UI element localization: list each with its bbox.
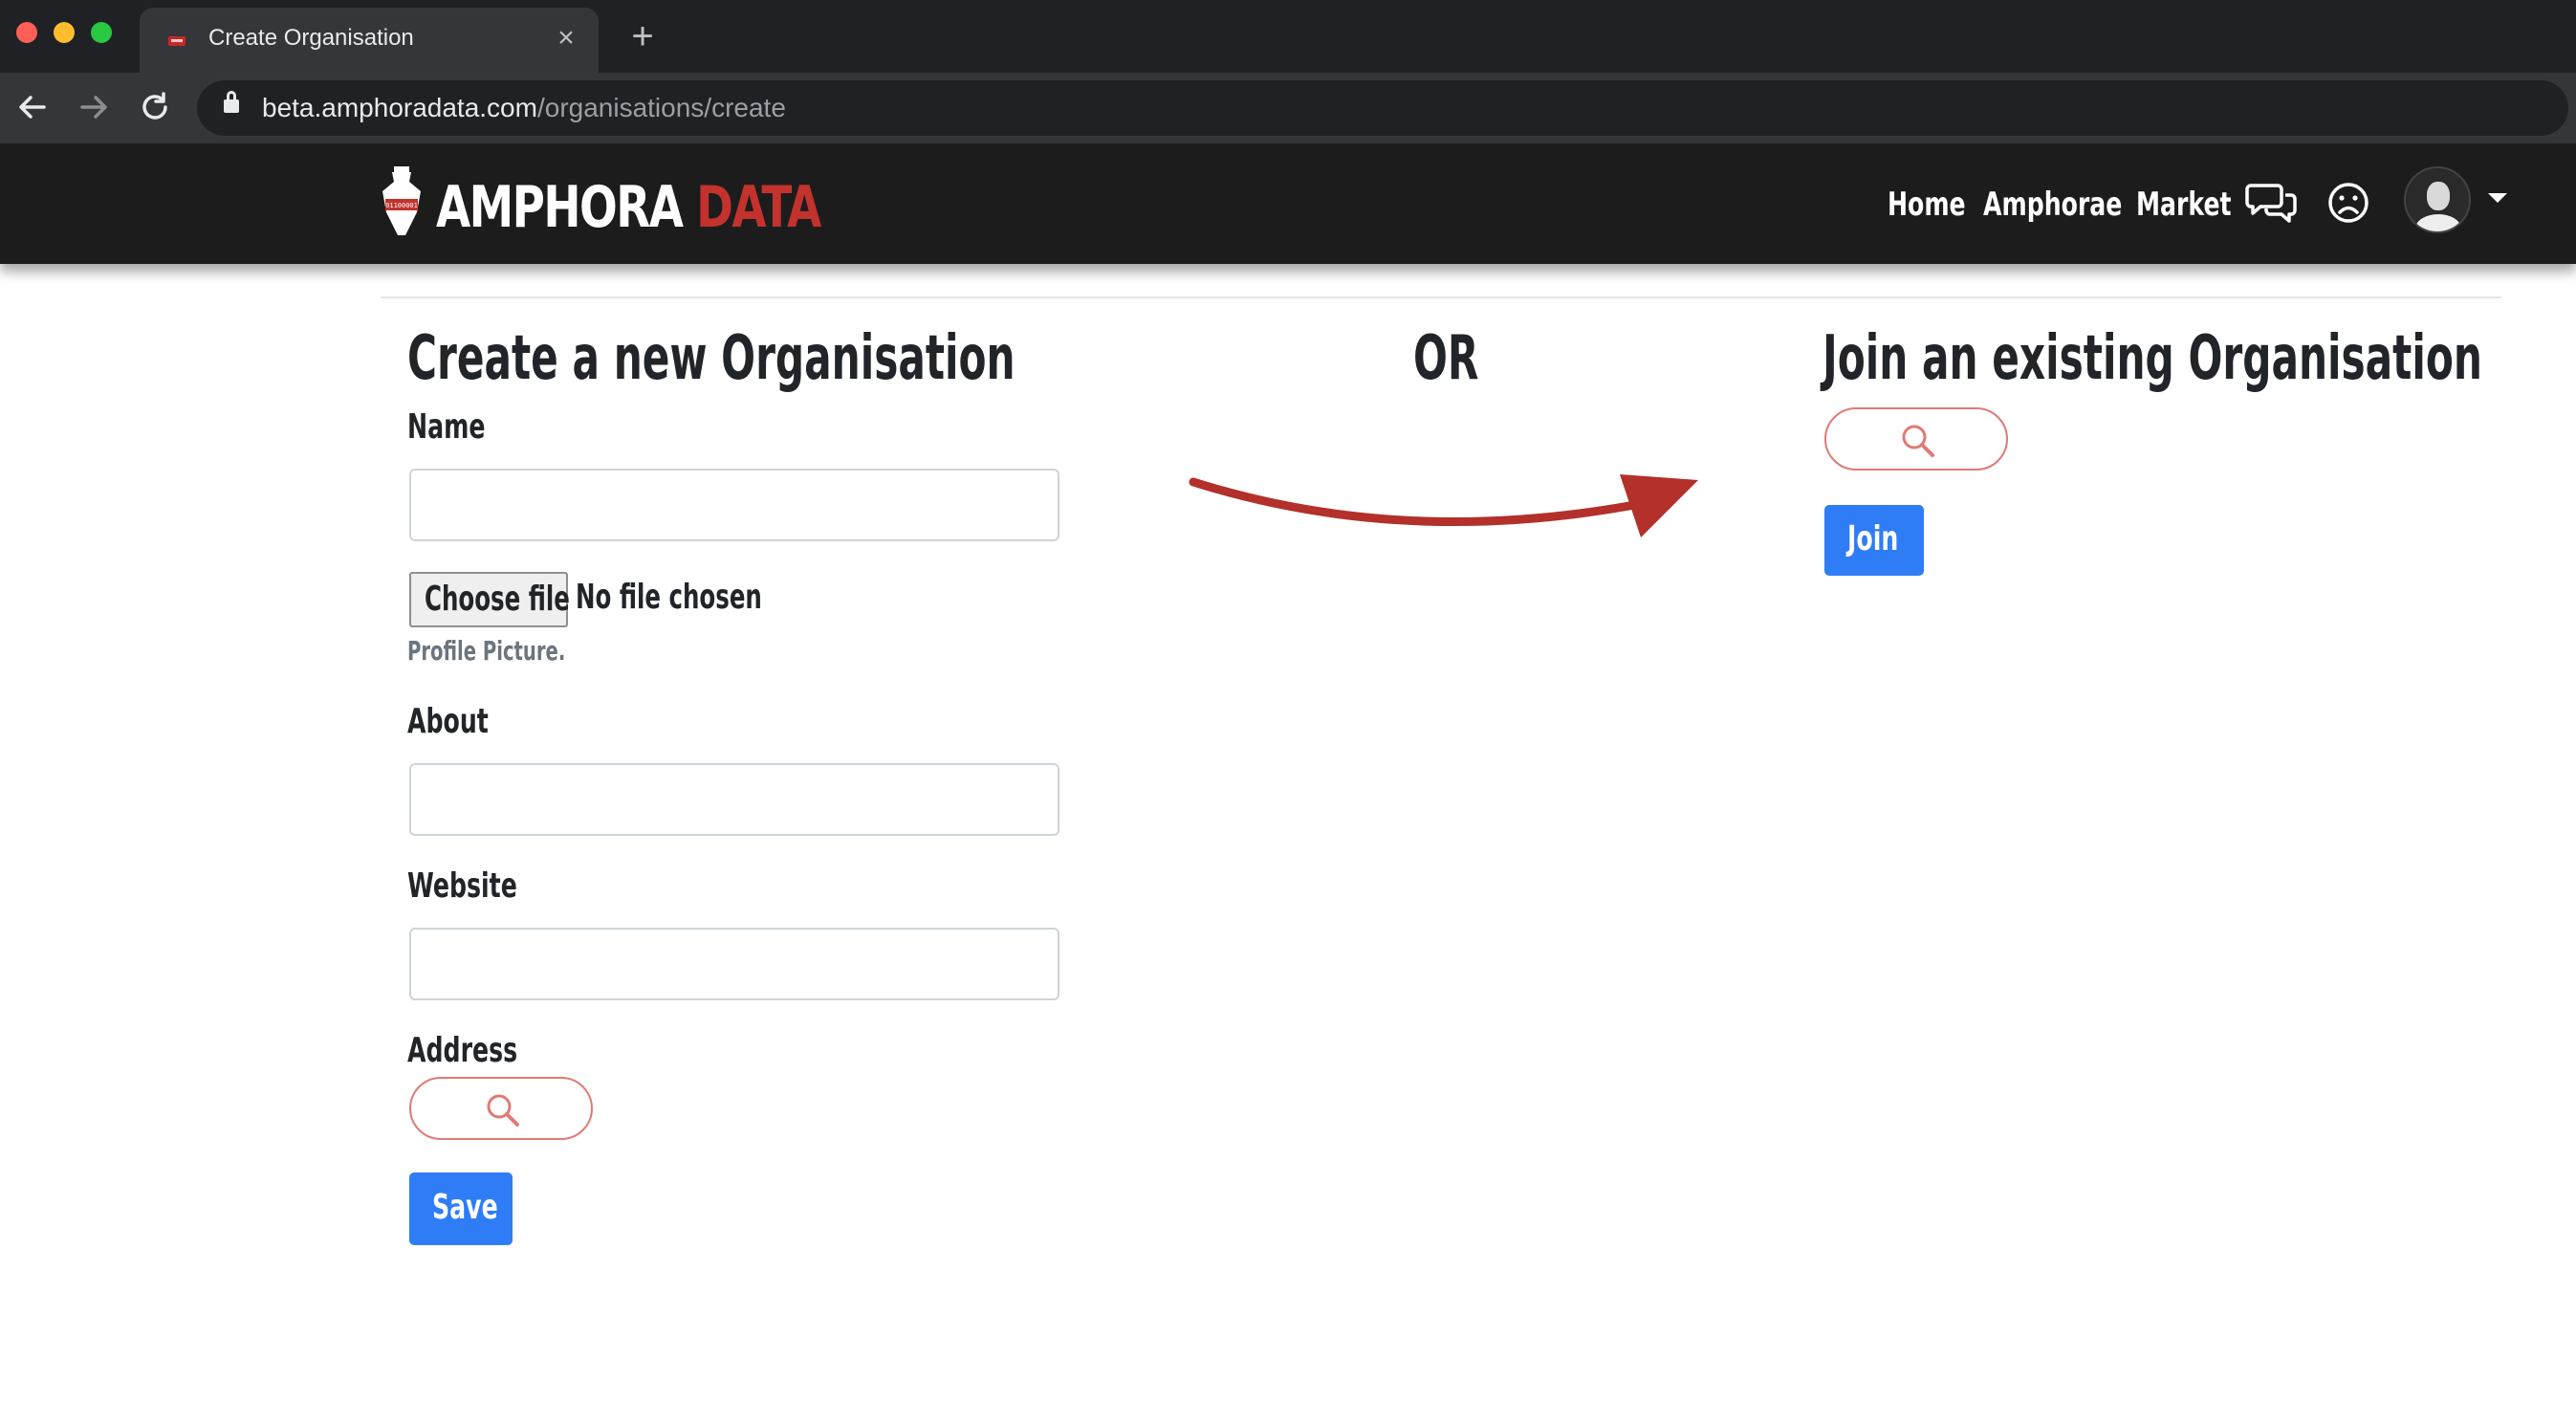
- logo-amphora-text: AMPHORA: [436, 174, 684, 241]
- about-label: About: [407, 702, 489, 741]
- search-icon: [1902, 425, 1934, 457]
- tab-title: Create Organisation: [208, 25, 414, 51]
- lock-icon: [224, 91, 239, 113]
- address-label: Address: [407, 1031, 518, 1070]
- window-minimize-button[interactable]: [54, 22, 75, 43]
- chat-icon[interactable]: [2245, 180, 2297, 224]
- logo-data-text: DATA: [696, 174, 821, 241]
- file-status-text: No file chosen: [576, 578, 762, 617]
- browser-titlebar: Create Organisation × +: [0, 0, 2576, 73]
- new-tab-button[interactable]: +: [622, 15, 664, 57]
- address-bar[interactable]: beta.amphoradata.com/organisations/creat…: [197, 80, 2568, 136]
- app-navbar: 01100001 AMPHORA DATA Home Amphorae Mark…: [0, 143, 2576, 264]
- address-search-button[interactable]: [409, 1077, 593, 1140]
- or-heading: OR: [1413, 323, 1479, 394]
- nav-amphorae-link[interactable]: Amphorae: [1983, 186, 2122, 224]
- frown-face-icon[interactable]: [2327, 182, 2369, 224]
- profile-picture-help: Profile Picture.: [407, 635, 566, 667]
- user-avatar[interactable]: [2404, 166, 2471, 233]
- back-arrow-icon[interactable]: [11, 86, 54, 128]
- name-label: Name: [407, 407, 486, 447]
- name-input[interactable]: [409, 469, 1059, 541]
- url-text: beta.amphoradata.com/organisations/creat…: [262, 93, 786, 122]
- save-button[interactable]: Save: [409, 1172, 513, 1245]
- red-arrow-graphic: [1189, 474, 1698, 537]
- browser-tab[interactable]: Create Organisation ×: [140, 8, 599, 73]
- create-heading: Create a new Organisation: [407, 323, 1015, 394]
- organisation-search-button[interactable]: [1824, 407, 2008, 471]
- favicon-icon: [168, 36, 186, 46]
- amphora-vase-icon: 01100001: [382, 166, 421, 235]
- tab-close-icon[interactable]: ×: [547, 19, 585, 57]
- window-maximize-button[interactable]: [91, 22, 112, 43]
- website-input[interactable]: [409, 928, 1059, 1000]
- svg-text:01100001: 01100001: [385, 202, 418, 209]
- join-heading: Join an existing Organisation: [1823, 323, 2482, 394]
- search-icon: [487, 1094, 519, 1127]
- caret-down-icon[interactable]: [2488, 193, 2507, 203]
- nav-home-link[interactable]: Home: [1888, 186, 1966, 224]
- choose-file-button[interactable]: Choose file: [409, 572, 570, 627]
- about-input[interactable]: [409, 763, 1059, 836]
- window-close-button[interactable]: [16, 22, 37, 43]
- browser-toolbar: beta.amphoradata.com/organisations/creat…: [0, 73, 2576, 143]
- nav-market-link[interactable]: Market: [2136, 186, 2232, 224]
- website-label: Website: [407, 866, 517, 906]
- reload-icon[interactable]: [134, 86, 176, 128]
- forward-arrow-icon[interactable]: [73, 86, 115, 128]
- join-button[interactable]: Join: [1824, 505, 1924, 576]
- divider: [381, 296, 2501, 298]
